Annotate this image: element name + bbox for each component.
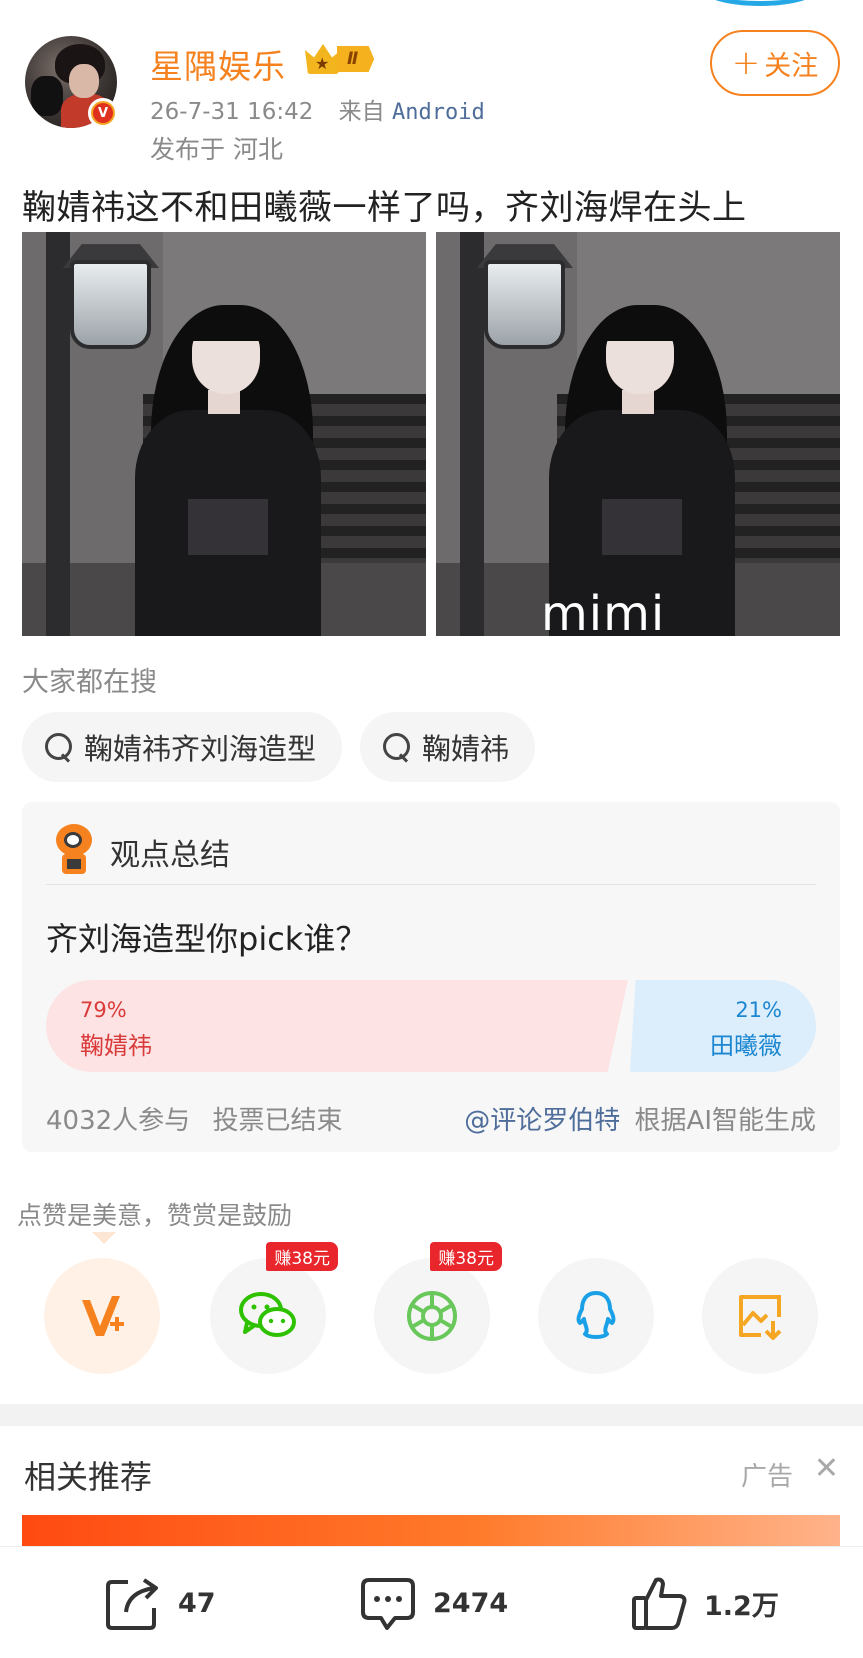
poll-option-name: 田曦薇 [710, 1032, 782, 1060]
search-chip-label: 鞠婧祎齐刘海造型 [84, 732, 317, 766]
hot-search-chips: 鞠婧祎齐刘海造型 鞠婧祎 [22, 712, 536, 782]
like-count: 1.2万 [704, 1590, 779, 1622]
moments-icon [407, 1291, 457, 1341]
search-icon [44, 732, 74, 762]
close-icon[interactable]: ✕ [814, 1454, 839, 1484]
post-time: 26-7-31 16:42 [150, 99, 314, 125]
reward-button[interactable] [44, 1258, 160, 1374]
summary-author-link[interactable]: @评论罗伯特 [464, 1106, 620, 1136]
repost-count: 47 [178, 1587, 216, 1619]
share-qq-button[interactable] [538, 1258, 654, 1374]
earn-badge: 赚38元 [266, 1242, 338, 1271]
save-image-button[interactable] [702, 1258, 818, 1374]
qq-icon [576, 1291, 616, 1339]
section-divider [0, 1404, 863, 1426]
search-icon [382, 732, 412, 762]
level-badge[interactable]: ★ Ⅱ [305, 42, 375, 76]
post-image-2[interactable]: mimi [436, 232, 840, 636]
like-button[interactable]: 1.2万 [628, 1547, 779, 1658]
poll-participants: 4032人参与 [46, 1106, 191, 1136]
tooltip-arrow [92, 1232, 116, 1244]
post-header: V 星隅娱乐 ★ Ⅱ 26-7-31 16:42 来自 Android 发布于 … [0, 0, 863, 180]
reward-tooltip: 点赞是美意，赞赏是鼓励 [17, 1201, 293, 1230]
poll-footer-stats: 4032人参与 投票已结束 [46, 1100, 342, 1137]
earn-badge: 赚38元 [430, 1242, 502, 1271]
save-image-icon [739, 1295, 782, 1340]
search-chip-label: 鞠婧祎 [422, 732, 510, 766]
repost-button[interactable]: 47 [102, 1547, 216, 1658]
level-tag: Ⅱ [337, 46, 375, 72]
poll-option-percent: 79% [80, 998, 127, 1022]
thumbs-up-icon [632, 1577, 687, 1630]
wechat-icon [239, 1292, 296, 1337]
search-chip[interactable]: 鞠婧祎齐刘海造型 [22, 712, 343, 782]
verified-badge-icon: V [88, 98, 118, 128]
post-image-1[interactable] [22, 232, 426, 636]
poll-option-left[interactable]: 79% 鞠婧祎 [46, 980, 628, 1072]
hot-search-title: 大家都在搜 [22, 667, 157, 698]
share-row: 赚38元 赚38元 [44, 1242, 820, 1374]
from-app-link[interactable]: Android [392, 100, 485, 125]
opinion-summary-card: 观点总结 齐刘海造型你pick谁？ 79% 鞠婧祎 21% 田曦薇 4032人参… [22, 802, 840, 1152]
ai-generated-note: 根据AI智能生成 [634, 1106, 816, 1136]
poll-option-right[interactable]: 21% 田曦薇 [630, 980, 816, 1072]
v-plus-icon [82, 1296, 124, 1336]
poll-option-percent: 21% [735, 998, 782, 1022]
comment-icon [361, 1578, 415, 1630]
crown-icon: ★ [305, 44, 341, 74]
poll-footer-source: @评论罗伯特 根据AI智能生成 [464, 1100, 816, 1137]
post-location: 发布于 河北 [150, 135, 283, 164]
user-name[interactable]: 星隅娱乐 [150, 40, 286, 88]
ad-label: 广告 [740, 1462, 793, 1492]
post-text: 鞠婧祎这不和田曦薇一样了吗，齐刘海焊在头上 [22, 188, 747, 228]
poll-status: 投票已结束 [212, 1106, 343, 1136]
share-wechat-button[interactable]: 赚38元 [210, 1242, 338, 1374]
follow-label: 关注 [764, 50, 819, 82]
share-moments-button[interactable]: 赚38元 [374, 1242, 502, 1374]
post-meta: 26-7-31 16:42 来自 Android [150, 92, 485, 126]
plus-icon: + [731, 43, 761, 83]
search-chip[interactable]: 鞠婧祎 [360, 712, 536, 782]
poll-question: 齐刘海造型你pick谁？ [46, 920, 368, 958]
poll-option-name: 鞠婧祎 [80, 1032, 152, 1060]
bottom-action-bar: 47 2474 1.2万 [0, 1546, 863, 1658]
divider [46, 884, 816, 885]
repost-icon [106, 1578, 158, 1630]
from-prefix: 来自 [338, 99, 385, 125]
follow-button[interactable]: + 关注 [710, 30, 840, 96]
comment-button[interactable]: 2474 [357, 1547, 508, 1658]
related-title: 相关推荐 [24, 1458, 153, 1496]
summary-title: 观点总结 [110, 838, 230, 873]
comment-count: 2474 [433, 1587, 509, 1619]
image-watermark: mimi [541, 586, 666, 636]
ai-mascot-icon [52, 824, 96, 874]
post-images: mimi [22, 232, 840, 636]
